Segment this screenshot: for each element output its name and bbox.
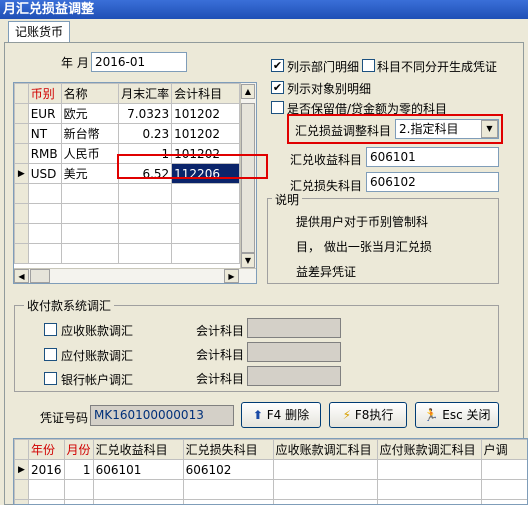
note-line-2: 目， 做出一张当月汇兑损 (296, 240, 432, 254)
dept-detail-checkbox[interactable]: ✔ (271, 59, 284, 72)
cell-account[interactable]: 101202 (171, 103, 240, 124)
cell-name[interactable]: 美元 (60, 163, 120, 184)
highlight-usd-row (117, 154, 268, 179)
voucher-number: MK160100000013 (90, 405, 234, 426)
cell-ar[interactable] (272, 459, 378, 480)
gain-account-label: 汇兑收益科目 (290, 153, 363, 167)
empty-row (14, 499, 527, 504)
bank-account-label: 会计科目 (196, 372, 245, 386)
cell-code[interactable]: NT (27, 123, 62, 144)
empty-row (14, 479, 527, 500)
tab-ledger-currency[interactable]: 记账货币 (8, 21, 70, 43)
execute-button[interactable]: ⚡ F8执行 (329, 402, 407, 428)
no-diff-voucher-checkbox[interactable] (362, 59, 375, 72)
no-diff-voucher-label: 科目不同分开生成凭证 (377, 60, 498, 74)
col-year[interactable]: 年份 (28, 439, 65, 460)
current-row-indicator-icon: ▶ (14, 459, 29, 480)
table-row[interactable]: NT 新台幣 0.23 101202 (14, 123, 240, 144)
adjust-account-value: 2.指定科目 (399, 122, 459, 136)
exit-runner-icon: 🏃 (423, 408, 439, 422)
period-label: 年 月 (61, 56, 89, 70)
cell-code[interactable]: RMB (27, 143, 62, 164)
col-gain-account[interactable]: 汇兑收益科目 (92, 439, 184, 460)
col-currency[interactable]: 币别 (27, 83, 62, 104)
object-detail-checkbox[interactable]: ✔ (271, 81, 284, 94)
scroll-down-icon[interactable]: ▼ (241, 253, 255, 268)
empty-row (14, 183, 240, 204)
cell-rate[interactable]: 0.23 (118, 123, 173, 144)
cell-name[interactable]: 人民币 (60, 143, 120, 164)
loss-account-input[interactable]: 606102 (366, 172, 499, 192)
bank-adjust-label: 银行帐户调汇 (61, 373, 134, 387)
cell-month[interactable]: 1 (63, 459, 94, 480)
dropdown-arrow-icon[interactable]: ▼ (481, 120, 498, 138)
cell-name[interactable]: 新台幣 (60, 123, 120, 144)
ap-adjust-label: 应付账款调汇 (61, 349, 134, 363)
grid-horizontal-scrollbar[interactable] (14, 268, 256, 283)
row-header (14, 143, 29, 164)
col-ar-account[interactable]: 应收账款调汇科目 (272, 439, 378, 460)
cell-code[interactable]: EUR (27, 103, 62, 124)
gain-account-input[interactable]: 606101 (366, 147, 499, 167)
window-title: 月汇兑损益调整 (0, 0, 528, 19)
ar-account-label: 会计科目 (196, 324, 245, 338)
note-line-1: 提供用户对于币别管制科 (296, 215, 429, 229)
lightning-icon: ⚡ (342, 408, 352, 422)
settle-title: 收付款系统调汇 (24, 297, 115, 314)
bank-account-input[interactable] (247, 366, 341, 386)
cell-code[interactable]: USD (27, 163, 62, 184)
result-grid: 年份 月份 汇兑收益科目 汇兑损失科目 应收账款调汇科目 应付账款调汇科目 户调… (13, 438, 528, 505)
empty-row (14, 223, 240, 244)
ap-account-input[interactable] (247, 342, 341, 362)
grid-corner (14, 83, 29, 104)
cell-bank[interactable] (480, 459, 527, 480)
row-header (14, 123, 29, 144)
col-account[interactable]: 会计科目 (171, 83, 240, 104)
cell-rate[interactable]: 7.0323 (118, 103, 173, 124)
ar-adjust-label: 应收账款调汇 (61, 324, 134, 338)
scroll-left-icon[interactable]: ◀ (14, 269, 29, 283)
cell-ap[interactable] (376, 459, 482, 480)
note-line-3: 益差异凭证 (296, 265, 357, 279)
note-title: 说明 (272, 191, 303, 208)
keep-balance-checkbox[interactable] (271, 101, 284, 114)
bank-adjust-checkbox[interactable] (44, 372, 57, 385)
close-button[interactable]: 🏃 Esc 关闭 (415, 402, 499, 428)
ar-account-input[interactable] (247, 318, 341, 338)
row-header (14, 103, 29, 124)
ar-adjust-checkbox[interactable] (44, 323, 57, 336)
cell-gain[interactable]: 606101 (92, 459, 184, 480)
grid-corner (14, 439, 29, 460)
dept-detail-label: 列示部门明细 (287, 60, 360, 74)
table-row[interactable]: ▶ 2016 1 606101 606102 (14, 459, 527, 480)
cell-account[interactable]: 101202 (171, 123, 240, 144)
cell-year[interactable]: 2016 (28, 459, 65, 480)
object-detail-label: 列示对象别明细 (287, 82, 372, 96)
tab-strip (0, 19, 528, 43)
col-ap-account[interactable]: 应付账款调汇科目 (376, 439, 482, 460)
empty-row (14, 203, 240, 224)
delete-button[interactable]: ⬆ F4 删除 (241, 402, 321, 428)
delete-icon: ⬆ (252, 408, 263, 422)
rate-grid: 币别 名称 月末汇率 会计科目 EUR 欧元 7.0323 101202 NT … (13, 82, 257, 284)
cell-loss[interactable]: 606102 (182, 459, 274, 480)
voucher-label: 凭证号码 (40, 411, 89, 425)
period-input[interactable]: 2016-01 (91, 52, 187, 72)
current-row-indicator-icon: ▶ (14, 163, 29, 184)
hscroll-thumb[interactable] (30, 269, 50, 283)
ap-adjust-checkbox[interactable] (44, 348, 57, 361)
col-name[interactable]: 名称 (60, 83, 120, 104)
scroll-up-icon[interactable]: ▲ (241, 84, 255, 99)
col-bank-account[interactable]: 户调 (480, 439, 527, 460)
cell-name[interactable]: 欧元 (60, 103, 120, 124)
adjust-account-label: 汇兑损益调整科目 (295, 124, 392, 138)
empty-row (14, 243, 240, 264)
ap-account-label: 会计科目 (196, 348, 245, 362)
table-row[interactable]: EUR 欧元 7.0323 101202 (14, 103, 240, 124)
scroll-right-icon[interactable]: ▶ (224, 269, 239, 283)
col-rate[interactable]: 月末汇率 (118, 83, 173, 104)
col-loss-account[interactable]: 汇兑损失科目 (182, 439, 274, 460)
col-month[interactable]: 月份 (63, 439, 94, 460)
